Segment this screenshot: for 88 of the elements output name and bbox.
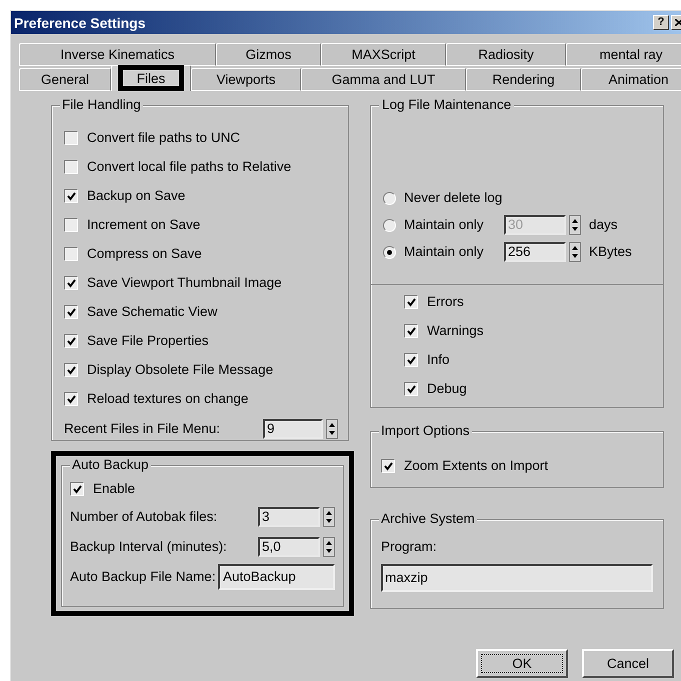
number-field[interactable]: 3 [258,507,320,527]
unit-label: KBytes [589,243,632,261]
check-icon [66,394,76,404]
option-label: Compress on Save [87,245,202,263]
tab[interactable]: Rendering [466,68,581,91]
unit-label: days [589,216,618,234]
check-icon [72,484,82,494]
option-label: Reload textures on change [87,390,248,408]
option-label: Info [427,351,450,369]
number-field[interactable]: 5,0 [258,537,320,557]
option-label: Never delete log [404,189,502,207]
checkbox[interactable] [64,218,78,232]
tab[interactable]: Inverse Kinematics [19,43,216,66]
tab[interactable]: Gizmos [216,43,321,66]
option-label: Save File Properties [87,332,209,350]
check-icon [66,336,76,346]
dialog-button[interactable]: OK [476,649,568,678]
field-label: Number of Autobak files: [70,508,218,526]
option-label: Increment on Save [87,216,200,234]
group-title: Log File Maintenance [379,96,514,114]
spinner-arrows-icon[interactable] [569,242,581,262]
radio-button[interactable] [383,192,396,204]
checkbox[interactable] [404,324,418,338]
option-label: Save Viewport Thumbnail Image [87,274,282,292]
option-label: Convert file paths to UNC [87,129,240,147]
check-icon [66,192,76,200]
check-icon [406,356,416,364]
number-field[interactable]: 9 [263,419,323,439]
spinner-arrows-icon[interactable] [326,419,338,439]
option-label: Enable [93,480,136,498]
option-label: Errors [427,293,464,311]
group-title: Auto Backup [70,456,151,474]
checkbox[interactable] [381,459,395,473]
option-label: Backup on Save [87,187,186,205]
checkbox[interactable] [64,160,78,174]
field-label: Program: [381,538,438,556]
dialog-button[interactable]: Cancel [582,649,674,678]
checkbox[interactable] [404,295,418,309]
field-label: Backup Interval (minutes): [70,538,227,556]
check-icon [384,462,392,470]
checkbox[interactable] [404,382,418,396]
field-label: Auto Backup File Name: [70,568,216,586]
group-title: File Handling [60,96,143,114]
checkbox[interactable] [64,334,78,348]
check-icon [406,326,416,336]
group-title: Archive System [379,510,477,528]
checkbox[interactable] [64,363,78,377]
checkbox[interactable] [64,392,78,406]
checkbox[interactable] [64,131,78,145]
check-icon [66,308,76,316]
number-field[interactable]: 256 [504,242,566,262]
tab[interactable]: Gamma and LUT [301,68,466,91]
option-label: Save Schematic View [87,303,218,321]
spinner-arrows-icon[interactable] [323,537,335,557]
tab[interactable]: General [19,68,111,91]
tab[interactable]: Viewports [191,68,301,91]
option-label: Warnings [427,322,484,340]
check-icon [66,366,76,374]
check-icon [406,384,416,394]
spinner-arrows-icon[interactable] [569,215,581,235]
checkbox[interactable] [64,189,78,203]
option-label: Debug [427,380,467,398]
option-label: Maintain only [404,216,485,234]
text-field[interactable]: AutoBackup [218,564,335,590]
option-label: Zoom Extents on Import [404,457,548,475]
tab[interactable]: Animation [581,68,681,91]
window-title: Preference Settings [14,14,146,32]
option-label: Convert local file paths to Relative [87,158,292,176]
check-icon [66,278,76,288]
close-icon [675,19,681,26]
checkbox[interactable] [64,276,78,290]
tab[interactable]: mental ray [566,43,681,66]
tab[interactable]: MAXScript [321,43,446,66]
help-button[interactable]: ? [653,15,669,30]
spinner-arrows-icon[interactable] [323,507,335,527]
field-label: Recent Files in File Menu: [64,420,220,438]
check-icon [406,298,416,306]
checkbox[interactable] [404,353,418,367]
text-field[interactable]: maxzip [381,564,653,592]
tab[interactable]: Files [111,65,191,91]
radio-button[interactable] [383,246,396,258]
checkbox[interactable] [64,305,78,319]
option-label: Maintain only [404,243,485,261]
group-title: Import Options [379,422,472,440]
tab[interactable]: Radiosity [446,43,566,66]
checkbox[interactable] [70,482,84,496]
checkbox[interactable] [64,247,78,261]
option-label: Display Obsolete File Message [87,361,274,379]
